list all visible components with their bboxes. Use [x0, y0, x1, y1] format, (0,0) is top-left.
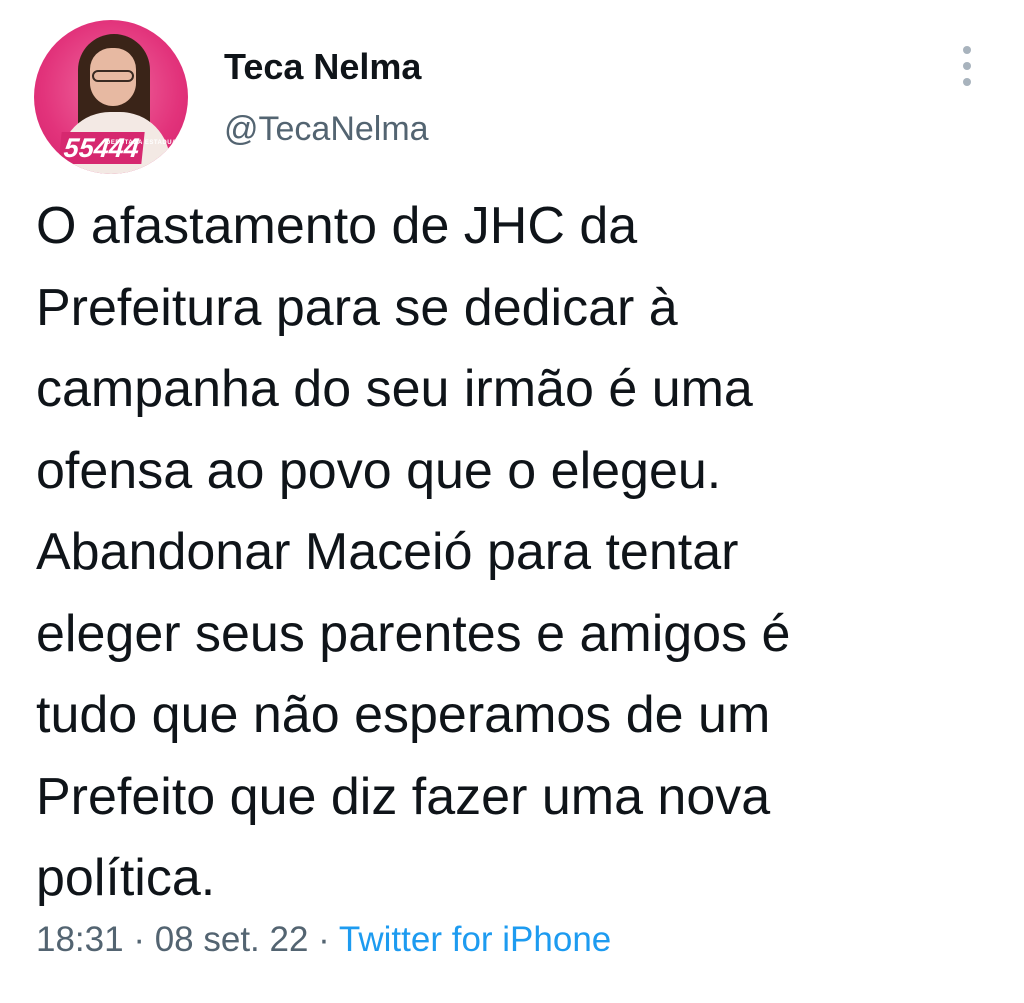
tweet-source-link[interactable]: Twitter for iPhone	[339, 920, 611, 959]
tweet-text-line: Abandonar Maceió para tentar	[36, 523, 739, 581]
avatar-badge-caption: DEPUTADA ESTADUAL	[106, 140, 182, 146]
tweet-card: 55444 DEPUTADA ESTADUAL Teca Nelma @Teca…	[0, 0, 1024, 1003]
dot-icon	[963, 62, 971, 70]
meta-separator: ·	[308, 920, 339, 959]
avatar[interactable]: 55444 DEPUTADA ESTADUAL	[34, 20, 188, 174]
tweet-meta: 18:31 · 08 set. 22 · Twitter for iPhone	[36, 920, 611, 960]
more-vertical-icon[interactable]	[957, 46, 977, 86]
tweet-text-line: Prefeito que diz fazer uma nova	[36, 767, 771, 826]
tweet-text-line: O afastamento de JHC da	[36, 197, 638, 255]
dot-icon	[963, 46, 971, 54]
tweet-text-line: ofensa ao povo que o elegeu.	[36, 441, 722, 500]
tweet-text-line: tudo que não esperamos de um	[36, 686, 771, 744]
tweet-text-line: Prefeitura para se dedicar à	[36, 278, 678, 337]
author-display-name[interactable]: Teca Nelma	[224, 46, 421, 88]
meta-separator: ·	[123, 920, 155, 959]
author-handle[interactable]: @TecaNelma	[224, 110, 429, 149]
avatar-glasses	[92, 70, 134, 82]
avatar-badge-number: 55444	[58, 132, 145, 164]
tweet-text-line: política.	[36, 849, 216, 907]
tweet-text: O afastamento de JHC da Prefeitura para …	[36, 186, 996, 920]
tweet-text-line: campanha do seu irmão é uma	[36, 360, 753, 418]
tweet-date[interactable]: 08 set. 22	[155, 920, 309, 959]
dot-icon	[963, 78, 971, 86]
tweet-time[interactable]: 18:31	[36, 920, 124, 959]
tweet-text-line: eleger seus parentes e amigos é	[36, 604, 791, 663]
